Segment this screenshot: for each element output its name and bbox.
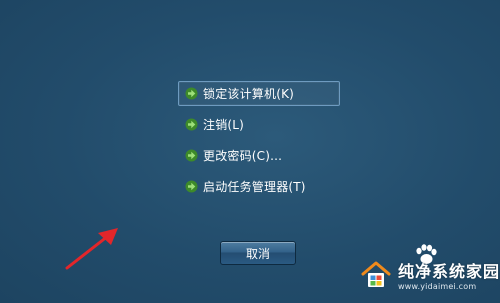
menu-item-label: 注销(L): [203, 118, 245, 132]
house-logo-icon: [361, 261, 391, 287]
menu-item-label: 更改密码(C)...: [203, 149, 283, 163]
menu-item-log-off[interactable]: 注销(L): [178, 112, 340, 137]
cancel-button[interactable]: 取消: [220, 241, 296, 265]
menu-item-change-password[interactable]: 更改密码(C)...: [178, 143, 340, 168]
green-arrow-icon: [185, 180, 198, 193]
menu-item-label: 启动任务管理器(T): [203, 180, 306, 194]
watermark-title: 纯净系统家园: [398, 262, 500, 281]
security-options-screen: 锁定该计算机(K) 注销(L) 更改密码(C)... 启动任务管理器(T) 取消…: [0, 0, 500, 303]
menu-item-lock-computer[interactable]: 锁定该计算机(K): [178, 81, 340, 106]
security-options-menu: 锁定该计算机(K) 注销(L) 更改密码(C)... 启动任务管理器(T): [178, 81, 340, 205]
watermark: 纯净系统家园 www.yidaimei.com: [360, 246, 500, 303]
watermark-url: www.yidaimei.com: [398, 282, 477, 291]
green-arrow-icon: [185, 87, 198, 100]
green-arrow-icon: [185, 118, 198, 131]
menu-item-start-task-manager[interactable]: 启动任务管理器(T): [178, 174, 340, 199]
green-arrow-icon: [185, 149, 198, 162]
menu-item-label: 锁定该计算机(K): [203, 87, 295, 101]
